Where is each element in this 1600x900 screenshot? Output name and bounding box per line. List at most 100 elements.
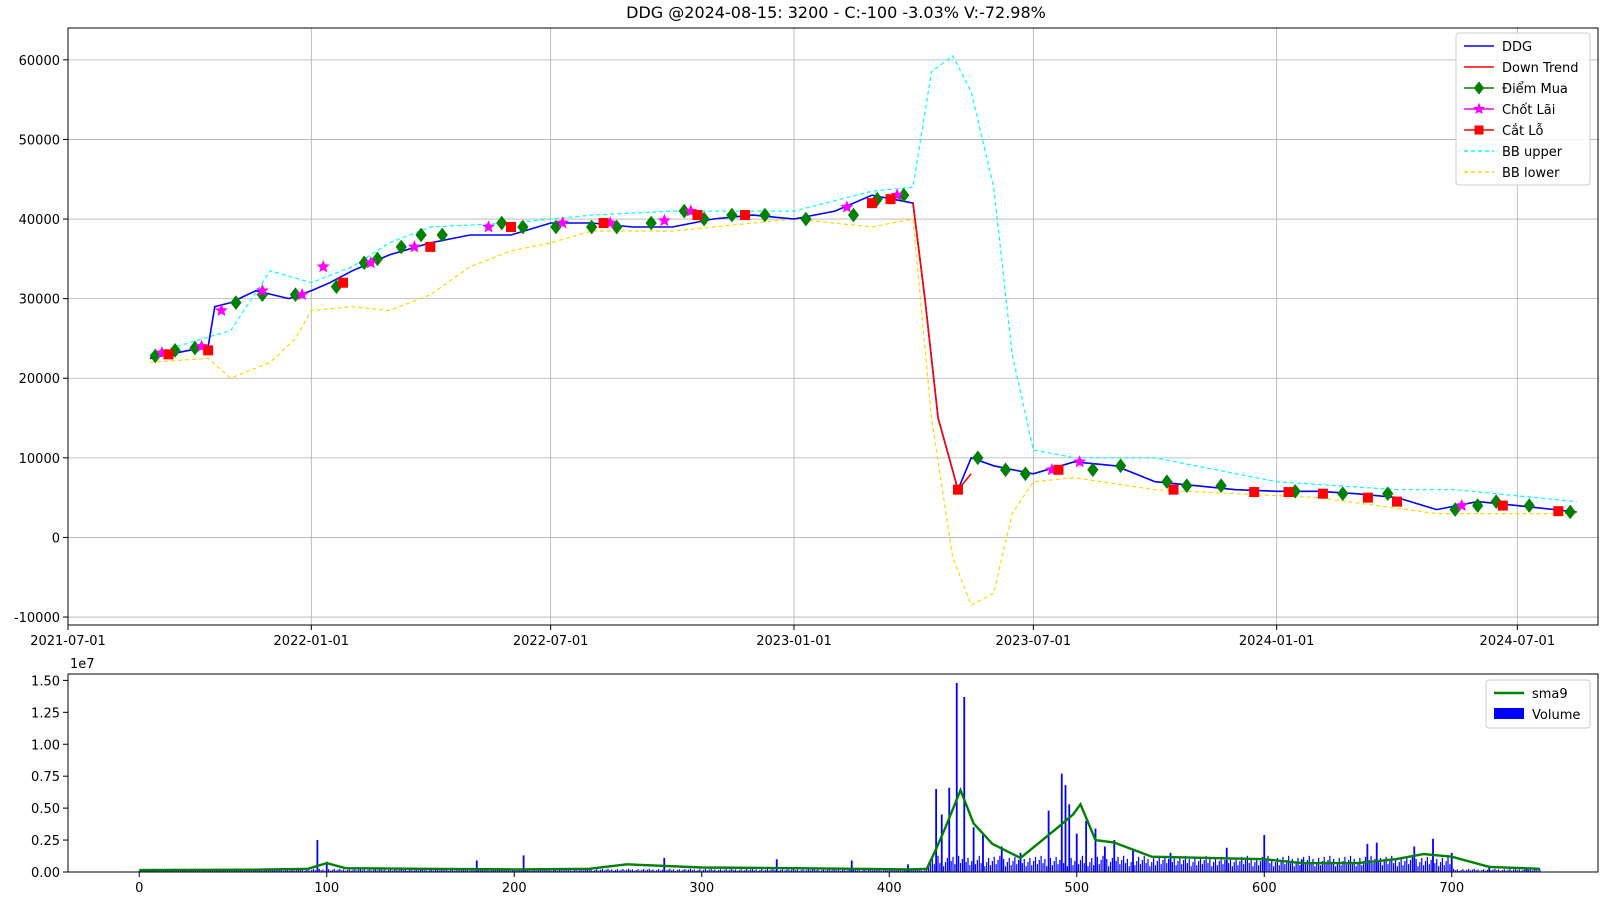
volume-bar	[1079, 859, 1082, 872]
volume-bar	[1018, 859, 1020, 872]
volume-bar	[1394, 858, 1397, 872]
volume-bar	[965, 862, 967, 872]
x-tick-label: 2022-01-01	[274, 634, 350, 649]
volume-bar	[1186, 863, 1188, 872]
stop-loss-marker	[885, 194, 896, 205]
volume-bar	[1147, 858, 1149, 872]
volume-bar	[1175, 865, 1177, 872]
volume-bar	[1098, 864, 1100, 872]
volume-bar	[1239, 861, 1241, 872]
volume-bar	[1106, 858, 1108, 872]
volume-bar	[1434, 863, 1436, 872]
stop-loss-marker	[692, 210, 703, 221]
volume-bar	[1089, 862, 1091, 872]
x-tick-label: 2024-01-01	[1239, 634, 1315, 649]
volume-bar	[1278, 865, 1280, 872]
volume-bar	[1381, 865, 1383, 872]
volume-bar	[1259, 861, 1262, 872]
volume-bar	[1138, 856, 1140, 872]
y-tick-label: 0.50	[31, 802, 60, 817]
volume-bar	[1168, 858, 1170, 872]
volume-bar	[1254, 862, 1256, 872]
volume-bar	[1248, 863, 1250, 872]
volume-bar	[978, 855, 980, 872]
volume-bar	[1143, 855, 1145, 872]
volume-bar	[1156, 861, 1158, 872]
volume-bar	[1289, 863, 1292, 872]
volume-bar	[961, 858, 963, 872]
legend-marker	[1474, 125, 1484, 135]
volume-bar	[989, 865, 992, 872]
volume-bar	[988, 857, 990, 872]
volume-bar	[1031, 865, 1033, 872]
volume-bar	[944, 862, 947, 872]
x-tick-label: 0	[135, 881, 143, 896]
volume-bar	[1411, 855, 1413, 872]
volume-bar	[1237, 865, 1239, 872]
volume-bar	[1049, 857, 1052, 872]
volume-bar	[1402, 865, 1404, 872]
volume-bar	[1124, 863, 1127, 872]
volume-bar	[1070, 857, 1072, 872]
volume-bar	[1344, 856, 1346, 872]
volume-bar	[1003, 858, 1005, 872]
volume-bar	[1428, 864, 1430, 872]
stop-loss-marker	[203, 345, 214, 356]
volume-bar	[1304, 864, 1307, 872]
x-tick-label: 2023-07-01	[996, 634, 1072, 649]
volume-bar	[1203, 859, 1205, 872]
volume-bar	[1250, 858, 1252, 872]
volume-bar	[1323, 856, 1325, 872]
stop-loss-marker	[505, 222, 516, 232]
volume-bar	[1000, 846, 1003, 872]
stop-loss-marker	[1168, 484, 1179, 495]
volume-bar	[1199, 856, 1202, 872]
volume-bar	[1340, 865, 1342, 872]
volume-bar	[1014, 856, 1016, 872]
volume-bar	[1225, 847, 1228, 872]
volume-bar	[1233, 862, 1235, 872]
volume-bar	[1338, 857, 1340, 872]
volume-bar	[963, 696, 966, 872]
volume-bar	[1346, 864, 1348, 872]
volume-bar	[775, 859, 778, 872]
volume-bar	[1093, 865, 1095, 872]
volume-bar	[1273, 866, 1275, 872]
volume-bar	[1188, 858, 1190, 872]
volume-bar	[1398, 862, 1400, 872]
volume-bar	[1211, 866, 1213, 872]
volume-bar	[974, 864, 977, 872]
legend-label: Chốt Lãi	[1502, 103, 1555, 118]
volume-bar	[1151, 862, 1153, 872]
y-tick-label: 1.50	[31, 674, 60, 689]
volume-bar	[1361, 865, 1363, 872]
volume-bar	[1038, 859, 1040, 872]
x-tick-label: 700	[1439, 881, 1464, 896]
volume-bar	[984, 866, 986, 872]
volume-bar	[1042, 863, 1044, 872]
volume-bar	[948, 787, 951, 872]
volume-bar	[1218, 861, 1220, 872]
chart-title: DDG @2024-08-15: 3200 - C:-100 -3.03% V:…	[626, 3, 1046, 22]
volume-bar	[1231, 866, 1233, 872]
y-tick-label: 1.25	[31, 706, 60, 721]
volume-bar	[1068, 804, 1071, 872]
volume-bar	[1025, 866, 1027, 872]
volume-legend: sma9 Volume	[1485, 679, 1591, 729]
volume-bar	[933, 864, 935, 872]
volume-bar	[1121, 859, 1123, 872]
volume-bar	[1312, 858, 1314, 872]
volume-bar	[1166, 863, 1168, 872]
volume-bar	[1029, 857, 1031, 872]
volume-bar	[1439, 862, 1442, 872]
volume-bar	[1027, 862, 1029, 872]
volume-bar	[1010, 865, 1012, 872]
stop-loss-marker	[598, 218, 609, 229]
volume-bar	[1353, 858, 1355, 872]
volume-scale-label: 1e7	[70, 657, 95, 672]
stop-loss-marker	[425, 241, 436, 252]
volume-bar	[1081, 855, 1083, 872]
volume-bar	[1419, 862, 1421, 872]
volume-bar	[1375, 842, 1378, 872]
x-tick-label: 100	[314, 881, 339, 896]
